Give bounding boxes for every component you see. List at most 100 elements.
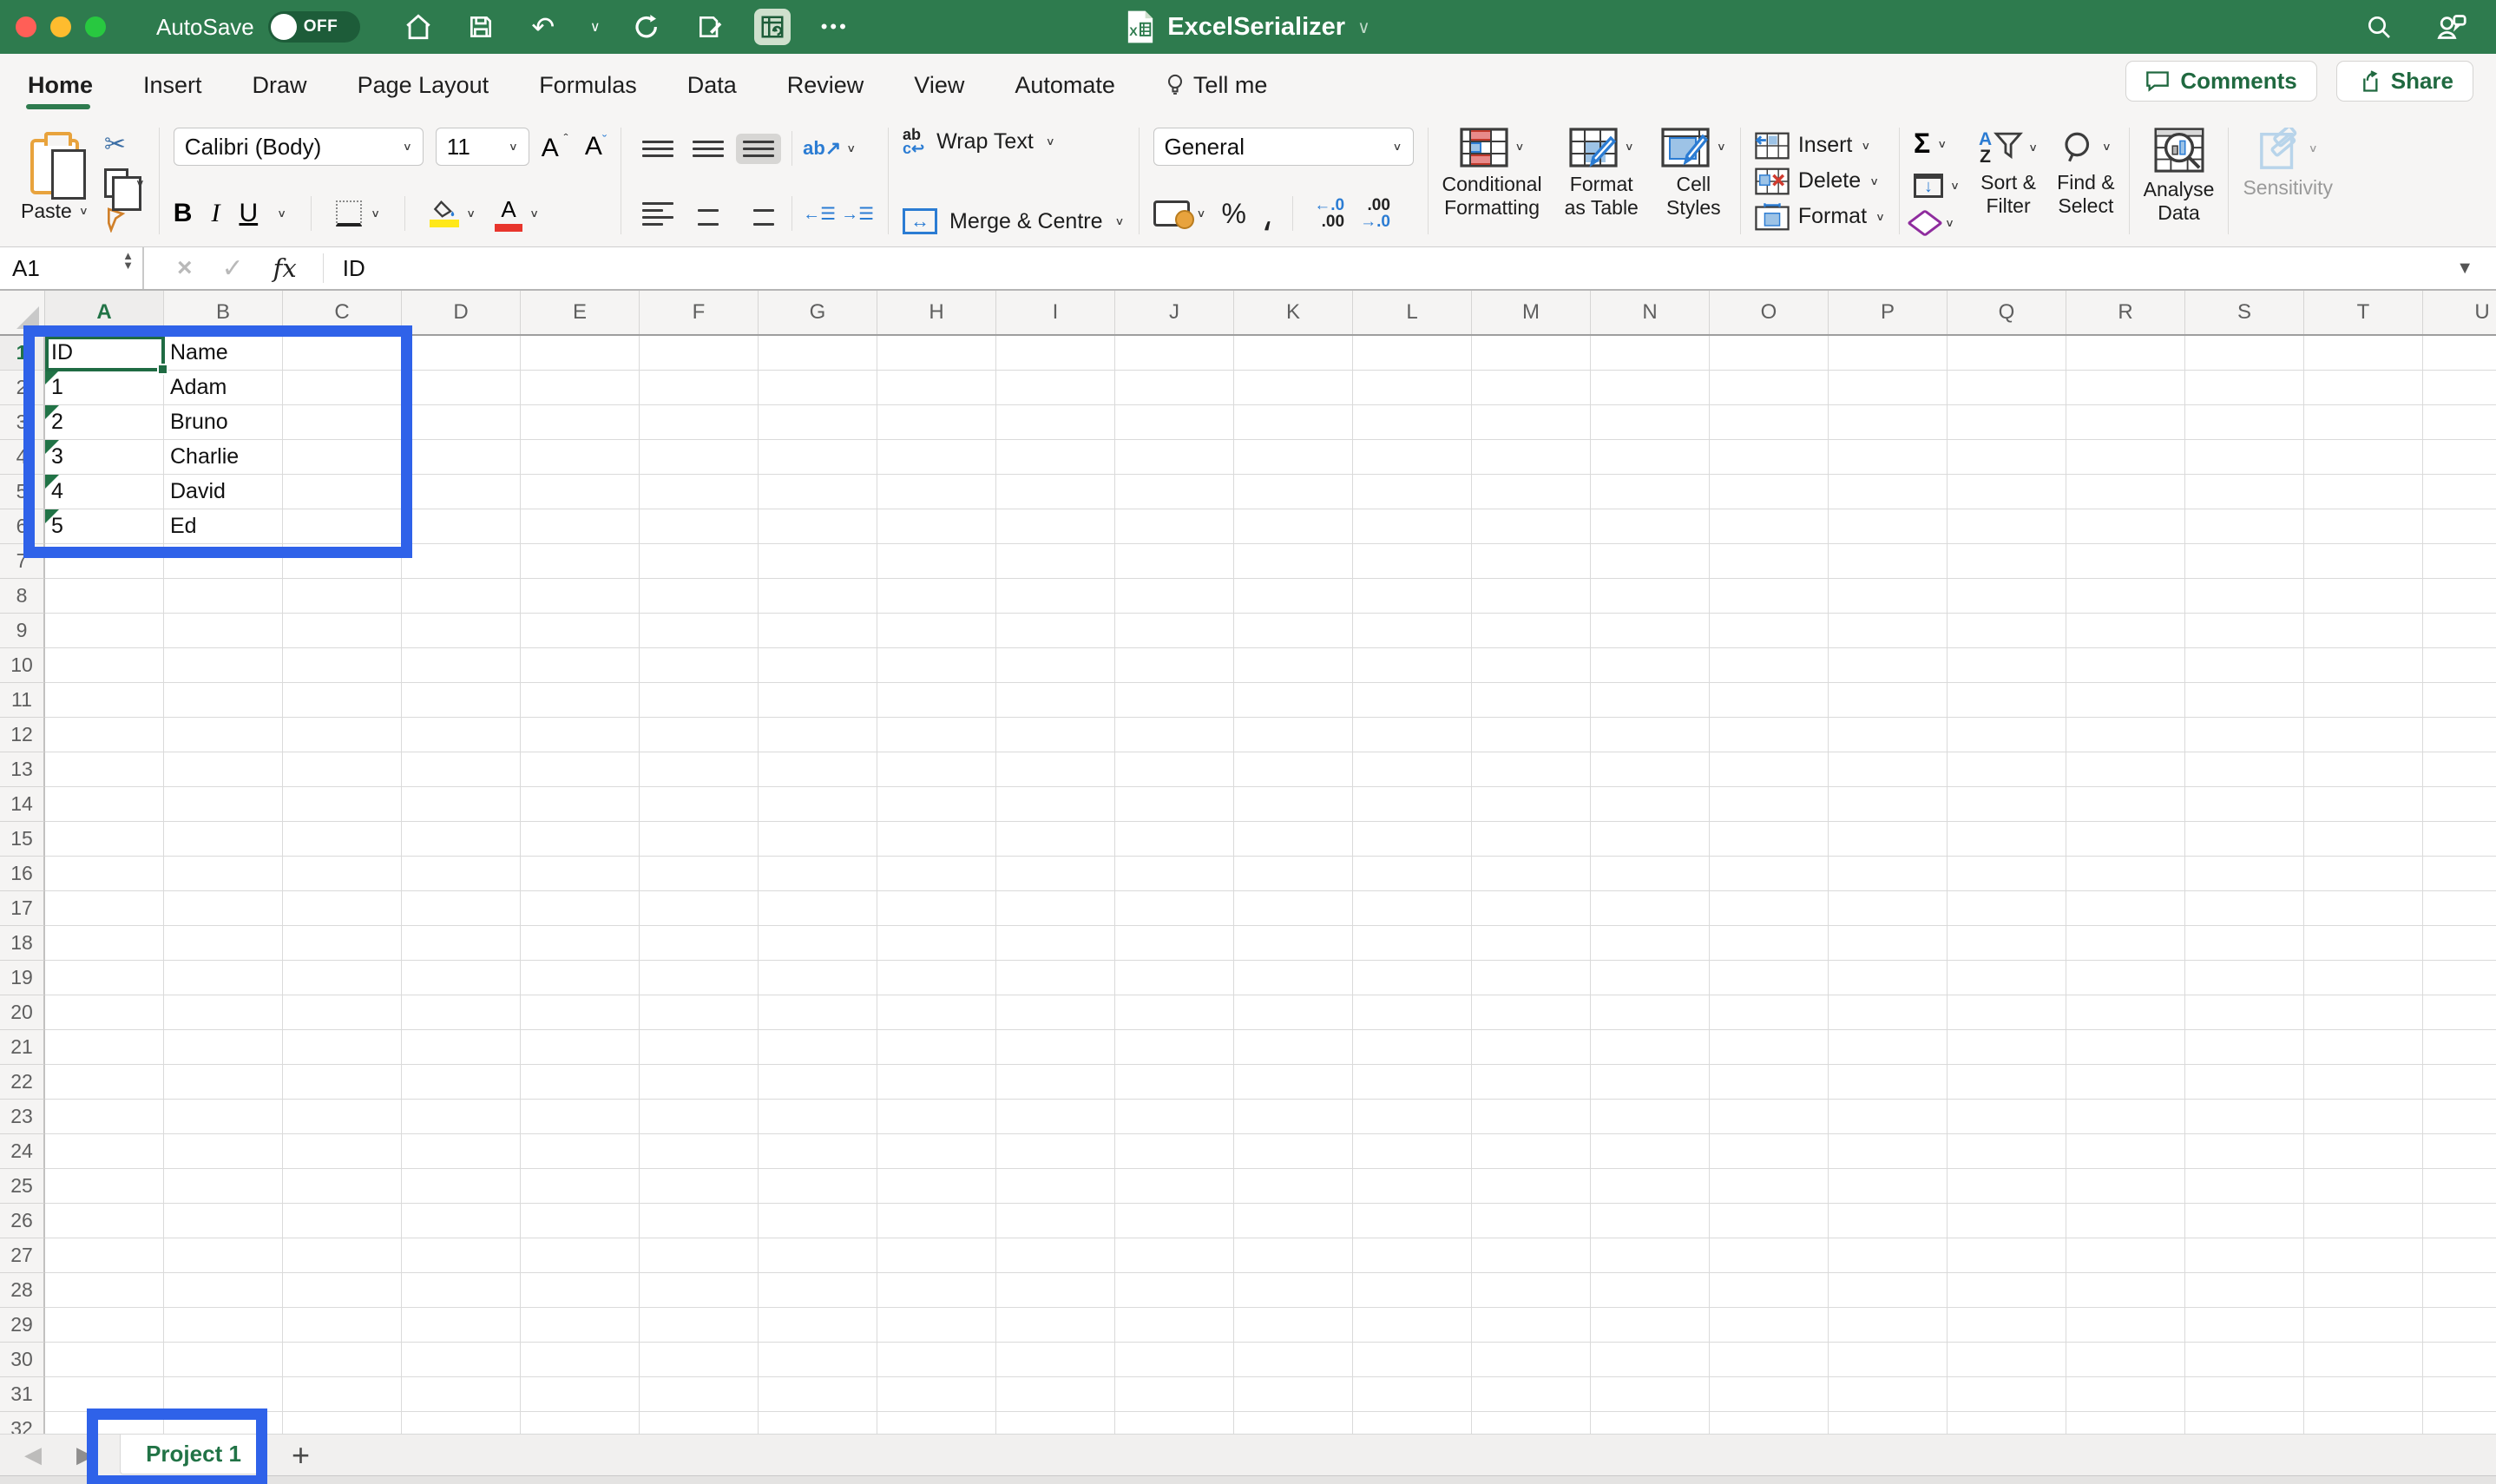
cell-J22[interactable] <box>1115 1065 1234 1100</box>
decrease-indent-button[interactable]: ←☰ <box>803 203 836 225</box>
cell-D8[interactable] <box>402 579 521 614</box>
cell-J11[interactable] <box>1115 683 1234 718</box>
cell-N5[interactable] <box>1591 475 1710 509</box>
name-box[interactable]: A1 ▲ ▼ <box>0 247 144 289</box>
accounting-format-button[interactable]: ∨ <box>1153 200 1206 227</box>
cell-O7[interactable] <box>1710 544 1829 579</box>
cell-R2[interactable] <box>2066 371 2185 405</box>
cell-T29[interactable] <box>2304 1308 2423 1343</box>
cell-H2[interactable] <box>877 371 996 405</box>
cell-U26[interactable] <box>2423 1204 2496 1238</box>
column-header-S[interactable]: S <box>2185 291 2304 334</box>
cell-R27[interactable] <box>2066 1238 2185 1273</box>
cell-C4[interactable] <box>283 440 402 475</box>
cell-B24[interactable] <box>164 1134 283 1169</box>
cell-I23[interactable] <box>996 1100 1115 1134</box>
align-left-button[interactable] <box>635 195 680 233</box>
cell-S27[interactable] <box>2185 1238 2304 1273</box>
cell-K21[interactable] <box>1234 1030 1353 1065</box>
cell-M14[interactable] <box>1472 787 1591 822</box>
cell-R6[interactable] <box>2066 509 2185 544</box>
cell-A28[interactable] <box>45 1273 164 1308</box>
cell-P17[interactable] <box>1829 891 1948 926</box>
cell-F16[interactable] <box>640 857 759 891</box>
cell-F22[interactable] <box>640 1065 759 1100</box>
cell-O6[interactable] <box>1710 509 1829 544</box>
cell-G24[interactable] <box>759 1134 877 1169</box>
cell-L27[interactable] <box>1353 1238 1472 1273</box>
cell-I20[interactable] <box>996 995 1115 1030</box>
cell-Q23[interactable] <box>1948 1100 2066 1134</box>
cell-R23[interactable] <box>2066 1100 2185 1134</box>
cell-Q26[interactable] <box>1948 1204 2066 1238</box>
cell-L5[interactable] <box>1353 475 1472 509</box>
cell-P2[interactable] <box>1829 371 1948 405</box>
cell-H26[interactable] <box>877 1204 996 1238</box>
cell-U31[interactable] <box>2423 1377 2496 1412</box>
cell-C11[interactable] <box>283 683 402 718</box>
cell-G16[interactable] <box>759 857 877 891</box>
align-center-button[interactable] <box>686 195 731 233</box>
cell-P27[interactable] <box>1829 1238 1948 1273</box>
cell-J6[interactable] <box>1115 509 1234 544</box>
cell-G5[interactable] <box>759 475 877 509</box>
cell-S2[interactable] <box>2185 371 2304 405</box>
cell-R29[interactable] <box>2066 1308 2185 1343</box>
cell-N1[interactable] <box>1591 336 1710 371</box>
cell-R31[interactable] <box>2066 1377 2185 1412</box>
cell-M21[interactable] <box>1472 1030 1591 1065</box>
cell-G18[interactable] <box>759 926 877 961</box>
cell-E9[interactable] <box>521 614 640 648</box>
cell-B5[interactable]: David <box>164 475 283 509</box>
cell-J25[interactable] <box>1115 1169 1234 1204</box>
cell-D24[interactable] <box>402 1134 521 1169</box>
cell-K18[interactable] <box>1234 926 1353 961</box>
title-chevron-icon[interactable]: ∨ <box>1357 16 1370 38</box>
cell-T5[interactable] <box>2304 475 2423 509</box>
cell-H29[interactable] <box>877 1308 996 1343</box>
cell-B31[interactable] <box>164 1377 283 1412</box>
row-header-29[interactable]: 29 <box>0 1308 45 1343</box>
cell-P8[interactable] <box>1829 579 1948 614</box>
orientation-button[interactable]: ab↗ <box>803 137 841 160</box>
cell-E11[interactable] <box>521 683 640 718</box>
cell-U17[interactable] <box>2423 891 2496 926</box>
cell-I22[interactable] <box>996 1065 1115 1100</box>
cell-E13[interactable] <box>521 752 640 787</box>
cell-J3[interactable] <box>1115 405 1234 440</box>
cell-T14[interactable] <box>2304 787 2423 822</box>
fill-color-button[interactable]: ∨ <box>430 200 476 227</box>
cell-K7[interactable] <box>1234 544 1353 579</box>
more-toolbar-icon[interactable]: ••• <box>817 9 853 45</box>
cell-T26[interactable] <box>2304 1204 2423 1238</box>
cell-J4[interactable] <box>1115 440 1234 475</box>
cell-T10[interactable] <box>2304 648 2423 683</box>
row-header-7[interactable]: 7 <box>0 544 45 579</box>
cell-M18[interactable] <box>1472 926 1591 961</box>
cell-R30[interactable] <box>2066 1343 2185 1377</box>
cell-M20[interactable] <box>1472 995 1591 1030</box>
cell-U20[interactable] <box>2423 995 2496 1030</box>
cell-M24[interactable] <box>1472 1134 1591 1169</box>
cell-P19[interactable] <box>1829 961 1948 995</box>
cell-F29[interactable] <box>640 1308 759 1343</box>
cell-P23[interactable] <box>1829 1100 1948 1134</box>
cell-G23[interactable] <box>759 1100 877 1134</box>
cell-O26[interactable] <box>1710 1204 1829 1238</box>
cell-E27[interactable] <box>521 1238 640 1273</box>
cell-U18[interactable] <box>2423 926 2496 961</box>
cell-L14[interactable] <box>1353 787 1472 822</box>
cell-L25[interactable] <box>1353 1169 1472 1204</box>
cell-H18[interactable] <box>877 926 996 961</box>
cell-O12[interactable] <box>1710 718 1829 752</box>
cell-B30[interactable] <box>164 1343 283 1377</box>
cell-M9[interactable] <box>1472 614 1591 648</box>
home-icon[interactable] <box>400 9 437 45</box>
percent-style-button[interactable]: % <box>1221 198 1245 230</box>
column-header-U[interactable]: U <box>2423 291 2496 334</box>
cell-P24[interactable] <box>1829 1134 1948 1169</box>
cell-H4[interactable] <box>877 440 996 475</box>
cell-O31[interactable] <box>1710 1377 1829 1412</box>
cell-S15[interactable] <box>2185 822 2304 857</box>
cell-L3[interactable] <box>1353 405 1472 440</box>
